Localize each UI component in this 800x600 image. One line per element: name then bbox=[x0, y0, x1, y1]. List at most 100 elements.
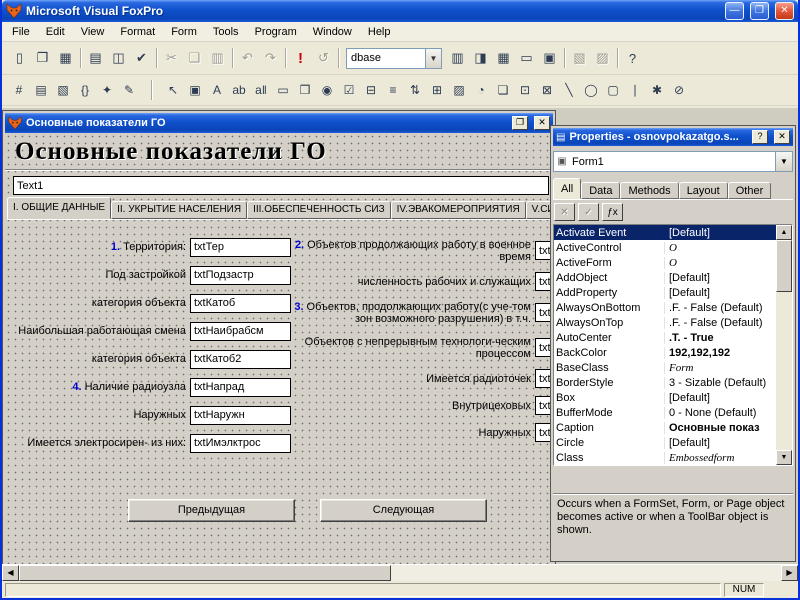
button-lock-button[interactable]: ⊘ bbox=[668, 79, 690, 101]
timer-control-button[interactable]: ◔ bbox=[470, 79, 492, 101]
toolbar-button[interactable] bbox=[153, 47, 160, 70]
run-button[interactable]: ! bbox=[289, 47, 312, 70]
form-maximize-button[interactable]: ❐ bbox=[512, 116, 528, 130]
menu-item[interactable]: View bbox=[73, 24, 113, 40]
print-button[interactable]: ▤ bbox=[84, 47, 107, 70]
properties-tab[interactable]: All bbox=[553, 178, 581, 199]
scroll-right-button[interactable]: ▶ bbox=[781, 565, 798, 581]
form-tab[interactable]: I. ОБЩИЕ ДАННЫЕ bbox=[7, 197, 111, 219]
toolbar-button[interactable] bbox=[561, 47, 568, 70]
property-row[interactable]: Class Embossedform bbox=[554, 450, 776, 465]
chevron-down-icon[interactable]: ▼ bbox=[775, 152, 792, 171]
form-tab[interactable]: III.ОБЕСПЕЧЕННОСТЬ СИЗ bbox=[247, 201, 391, 219]
line-control-button[interactable]: ╲ bbox=[558, 79, 580, 101]
accept-value-button[interactable]: ✓ bbox=[578, 203, 599, 221]
revert-button[interactable]: ↺ bbox=[312, 47, 335, 70]
save-button[interactable]: ▦ bbox=[54, 47, 77, 70]
close-button[interactable]: ✕ bbox=[775, 2, 794, 20]
new-button[interactable]: ▯ bbox=[8, 47, 31, 70]
properties-tab[interactable]: Other bbox=[728, 182, 772, 199]
scroll-up-button[interactable]: ▲ bbox=[776, 225, 792, 240]
combobox-control-button[interactable]: ⊟ bbox=[360, 79, 382, 101]
property-row[interactable]: AutoCenter .T. - True bbox=[554, 330, 776, 345]
menu-item[interactable]: File bbox=[4, 24, 38, 40]
property-row[interactable]: BaseClass Form bbox=[554, 360, 776, 375]
property-row[interactable]: AlwaysOnTop .F. - False (Default) bbox=[554, 315, 776, 330]
print-preview-button[interactable]: ◫ bbox=[107, 47, 130, 70]
form-builder-button[interactable]: ✦ bbox=[96, 79, 118, 101]
previous-page-button[interactable]: Предыдущая bbox=[128, 499, 295, 522]
scrollbar-thumb[interactable] bbox=[19, 565, 391, 581]
scroll-left-button[interactable]: ◀ bbox=[2, 565, 19, 581]
menu-item[interactable]: Window bbox=[305, 24, 360, 40]
textbox-control-button[interactable]: ab bbox=[228, 79, 250, 101]
autoformat-button[interactable]: ✎ bbox=[118, 79, 140, 101]
property-row[interactable]: BackColor 192,192,192 bbox=[554, 345, 776, 360]
toolbar-button[interactable] bbox=[335, 47, 342, 70]
object-combobox[interactable]: ▣ Form1 ▼ bbox=[553, 151, 793, 172]
form-textbox[interactable]: txtНаибрабсм bbox=[190, 322, 291, 341]
activex-control-button[interactable]: ⊡ bbox=[514, 79, 536, 101]
form-textbox[interactable]: txtПодзастр bbox=[190, 266, 291, 285]
document-view-button[interactable]: ▣ bbox=[538, 47, 561, 70]
form-tab[interactable]: V.СИЛЫ Г bbox=[526, 201, 553, 219]
view-classes-button[interactable]: ▣ bbox=[184, 79, 206, 101]
form-tab[interactable]: II. УКРЫТИЕ НАСЕЛЕНИЯ bbox=[111, 201, 247, 219]
cancel-value-button[interactable]: ✕ bbox=[554, 203, 575, 221]
properties-tab[interactable]: Data bbox=[581, 182, 620, 199]
shape-control-button[interactable]: ◯ bbox=[580, 79, 602, 101]
grid-control-button[interactable]: ⊞ bbox=[426, 79, 448, 101]
property-row[interactable]: AlwaysOnBottom .F. - False (Default) bbox=[554, 300, 776, 315]
horizontal-scrollbar[interactable]: ◀ ▶ bbox=[2, 564, 798, 581]
form-textbox[interactable]: txtКатоб bbox=[190, 294, 291, 313]
property-row[interactable]: ActiveForm O bbox=[554, 255, 776, 270]
activex-bound-control-button[interactable]: ⊠ bbox=[536, 79, 558, 101]
form-design-surface[interactable]: Основные показатели ГО Text1 I. ОБЩИЕ ДА… bbox=[5, 133, 553, 565]
property-row[interactable]: ActiveControl O bbox=[554, 240, 776, 255]
property-row[interactable]: Circle [Default] bbox=[554, 435, 776, 450]
data-session-button[interactable]: ▥ bbox=[446, 47, 469, 70]
property-row[interactable]: Activate Event [Default] bbox=[554, 225, 776, 240]
control-button[interactable] bbox=[140, 79, 162, 101]
scroll-down-button[interactable]: ▼ bbox=[776, 450, 792, 465]
commandgroup-control-button[interactable]: ❒ bbox=[294, 79, 316, 101]
code-window-button[interactable]: {} bbox=[74, 79, 96, 101]
copy-button[interactable]: ❏ bbox=[183, 47, 206, 70]
menu-item[interactable]: Edit bbox=[38, 24, 73, 40]
listbox-control-button[interactable]: ≡ bbox=[382, 79, 404, 101]
builder-lock-button[interactable]: ✱ bbox=[646, 79, 668, 101]
form-textbox[interactable]: txtНапрад bbox=[190, 378, 291, 397]
minimize-button[interactable]: — bbox=[725, 2, 744, 20]
next-page-button[interactable]: Следующая bbox=[320, 499, 487, 522]
expression-builder-button[interactable]: ƒx bbox=[602, 203, 623, 221]
property-row[interactable]: Box [Default] bbox=[554, 390, 776, 405]
toolbar-button[interactable] bbox=[282, 47, 289, 70]
property-row[interactable]: Caption Основные показ bbox=[554, 420, 776, 435]
optiongroup-control-button[interactable]: ◉ bbox=[316, 79, 338, 101]
grid-lines-button[interactable]: # bbox=[8, 79, 30, 101]
editbox-control-button[interactable]: a‖ bbox=[250, 79, 272, 101]
properties-titlebar[interactable]: ▤ Properties - osnovpokazatgo.s... ? ✕ bbox=[553, 128, 793, 146]
help-button[interactable]: ? bbox=[621, 47, 644, 70]
redo-button[interactable]: ↷ bbox=[259, 47, 282, 70]
open-button[interactable]: ❐ bbox=[31, 47, 54, 70]
text1-textbox[interactable]: Text1 bbox=[13, 176, 549, 195]
menu-item[interactable]: Program bbox=[247, 24, 305, 40]
image-control-button[interactable]: ▨ bbox=[448, 79, 470, 101]
form-heading-label[interactable]: Основные показатели ГО bbox=[5, 133, 553, 169]
form-textbox[interactable]: txtНаружн bbox=[190, 406, 291, 425]
form-textbox[interactable]: txtКатоб2 bbox=[190, 350, 291, 369]
checkbox-control-button[interactable]: ☑ bbox=[338, 79, 360, 101]
property-row[interactable]: AddProperty [Default] bbox=[554, 285, 776, 300]
form-controls-toolbar-button[interactable]: ▧ bbox=[568, 47, 591, 70]
maximize-button[interactable]: ❐ bbox=[750, 2, 769, 20]
property-row[interactable]: BorderStyle 3 - Sizable (Default) bbox=[554, 375, 776, 390]
scrollbar-thumb[interactable] bbox=[776, 240, 792, 292]
view-window-button[interactable]: ◨ bbox=[469, 47, 492, 70]
separator-control-button[interactable]: ∣ bbox=[624, 79, 646, 101]
menu-item[interactable]: Help bbox=[360, 24, 399, 40]
toolbar-button[interactable] bbox=[77, 47, 84, 70]
menu-item[interactable]: Tools bbox=[205, 24, 247, 40]
toolbar-button[interactable] bbox=[614, 47, 621, 70]
container-control-button[interactable]: ▢ bbox=[602, 79, 624, 101]
